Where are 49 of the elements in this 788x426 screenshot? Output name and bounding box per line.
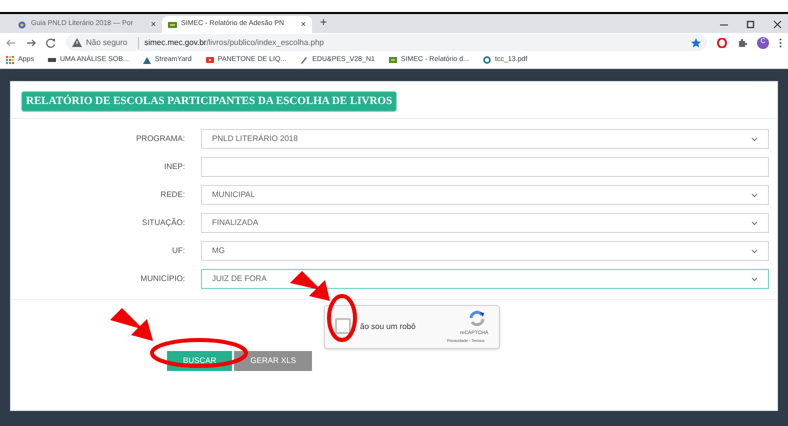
menu-icon[interactable] xyxy=(779,38,782,48)
bookmark-icon xyxy=(48,56,56,64)
address-bar[interactable]: Não seguro simec.mec.gov.br/livros/publico/index_escolha.php xyxy=(66,34,707,51)
dropdown-field[interactable]: MUNICIPAL xyxy=(201,185,769,205)
bookmark-icon xyxy=(142,56,151,64)
annotation-circle xyxy=(327,294,357,342)
close-icon[interactable] xyxy=(773,20,782,29)
caret-icon xyxy=(751,220,758,226)
forward-icon[interactable] xyxy=(26,38,36,48)
favicon-icon xyxy=(168,20,177,28)
reload-icon[interactable] xyxy=(46,38,56,48)
dropdown-field[interactable]: PNLD LITERÁRIO 2018 xyxy=(201,129,769,149)
restore-icon[interactable] xyxy=(746,20,755,29)
pen-icon xyxy=(300,56,308,64)
caret-icon xyxy=(751,136,758,142)
field-label: UF: xyxy=(171,245,186,257)
play-icon xyxy=(206,56,214,64)
annotation-arrow xyxy=(290,271,330,301)
warning-icon xyxy=(72,38,82,47)
input-field[interactable] xyxy=(201,157,769,177)
page-title: RELATÓRIO DE ESCOLAS PARTICIPANTES DA ESCOLHA DE LIVROS xyxy=(21,91,398,112)
caret-icon xyxy=(751,276,758,282)
puzzle-icon[interactable] xyxy=(737,38,747,48)
dropdown-field[interactable]: MG xyxy=(201,241,769,261)
close-tab-button[interactable]: × xyxy=(300,18,306,32)
url-text: simec.mec.gov.br/livros/publico/index_escolha.php xyxy=(138,36,324,48)
recaptcha-icon xyxy=(468,310,486,326)
annotation-arrow xyxy=(110,308,153,341)
apps-grid-icon xyxy=(6,56,14,64)
captcha-label: ão sou um robô xyxy=(360,321,416,333)
captcha-checkbox[interactable] xyxy=(335,318,351,334)
caret-icon xyxy=(751,248,758,254)
security-label: Não seguro xyxy=(86,36,128,48)
favicon-icon xyxy=(18,20,27,28)
opera-icon[interactable] xyxy=(717,38,727,48)
dropdown-field[interactable]: FINALIZADA xyxy=(201,213,769,233)
back-icon[interactable] xyxy=(6,38,16,48)
bookmark-icon xyxy=(388,56,397,64)
field-label: PROGRAMA: xyxy=(135,133,186,145)
field-label: MUNICÍPIO: xyxy=(140,273,186,285)
field-label: INEP: xyxy=(163,161,186,173)
globe-icon xyxy=(483,56,491,64)
field-label: REDE: xyxy=(160,189,186,201)
field-label: SITUAÇÃO: xyxy=(140,217,186,229)
dropdown-field[interactable]: JUIZ DE FORA xyxy=(201,269,769,289)
close-tab-button[interactable]: × xyxy=(150,18,156,32)
caret-icon xyxy=(751,192,758,198)
new-tab-button[interactable]: + xyxy=(320,13,328,31)
star-icon[interactable] xyxy=(691,38,701,48)
